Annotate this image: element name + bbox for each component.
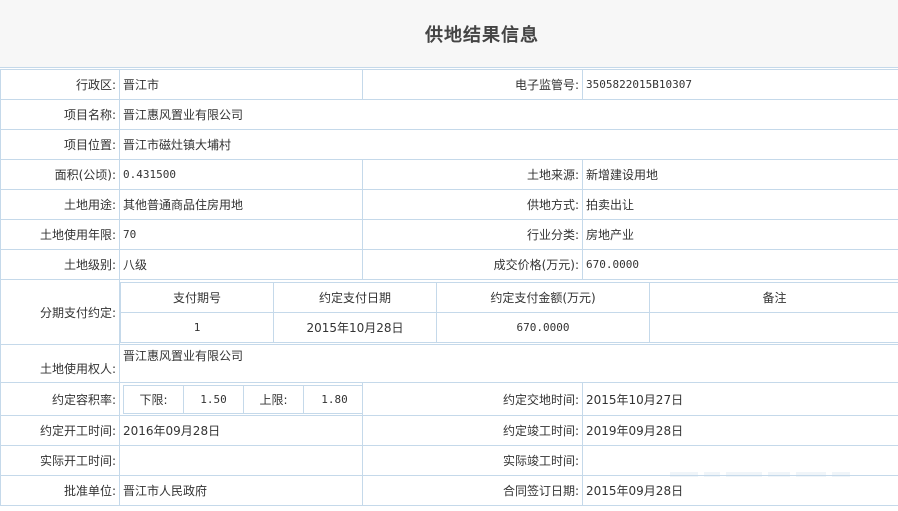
price-label: 成交价格(万元): <box>362 249 583 280</box>
contract-date-label: 合同签订日期: <box>362 475 583 506</box>
supply-result-table: 行政区: 晋江市 电子监管号: 3505822015B10307 项目名称: 晋… <box>0 69 898 506</box>
project-location-label: 项目位置: <box>0 129 120 160</box>
actual-completion-label: 实际竣工时间: <box>362 445 583 476</box>
installment-cell-no: 1 <box>120 311 274 343</box>
installment-cell-amount: 670.0000 <box>436 311 650 343</box>
land-grade-value: 八级 <box>119 249 363 280</box>
admin-region-label: 行政区: <box>0 69 120 100</box>
approval-unit-value: 晋江市人民政府 <box>119 475 363 506</box>
supply-method-value: 拍卖出让 <box>582 189 898 220</box>
far-cell: 下限: 1.50 上限: 1.80 <box>119 382 363 416</box>
industry-label: 行业分类: <box>362 219 583 250</box>
row-land-user: 土地使用权人: 晋江惠风置业有限公司 <box>0 344 898 383</box>
row-installment: 分期支付约定: 支付期号 约定支付日期 约定支付金额(万元) 备注 1 2015… <box>0 279 898 345</box>
land-use-label: 土地用途: <box>0 189 120 220</box>
completion-date-value: 2019年09月28日 <box>582 415 898 446</box>
project-name-label: 项目名称: <box>0 99 120 130</box>
installment-cell-note <box>649 311 898 343</box>
start-date-value: 2016年09月28日 <box>119 415 363 446</box>
land-source-value: 新增建设用地 <box>582 159 898 190</box>
row-land-use: 土地用途: 其他普通商品住房用地 供地方式: 拍卖出让 <box>0 189 898 220</box>
far-upper-label: 上限: <box>243 384 304 414</box>
land-user-label: 土地使用权人: <box>0 344 120 383</box>
area-value: 0.431500 <box>119 159 363 190</box>
far-row: 下限: 1.50 上限: 1.80 <box>123 384 362 414</box>
industry-value: 房地产业 <box>582 219 898 250</box>
land-use-value: 其他普通商品住房用地 <box>119 189 363 220</box>
supervision-no-value: 3505822015B10307 <box>582 69 898 100</box>
title-bar: 供地结果信息 <box>0 0 898 68</box>
installment-cell-date: 2015年10月28日 <box>273 311 437 343</box>
area-label: 面积(公顷): <box>0 159 120 190</box>
installment-row: 1 2015年10月28日 670.0000 <box>120 311 898 343</box>
price-value: 670.0000 <box>582 249 898 280</box>
far-label: 约定容积率: <box>0 382 120 416</box>
land-source-label: 土地来源: <box>362 159 583 190</box>
far-table: 下限: 1.50 上限: 1.80 <box>123 384 362 414</box>
completion-date-label: 约定竣工时间: <box>362 415 583 446</box>
installment-label: 分期支付约定: <box>0 279 120 345</box>
project-location-value: 晋江市磁灶镇大埔村 <box>119 129 898 160</box>
handover-date-label: 约定交地时间: <box>362 382 583 416</box>
faded-watermark-decoration <box>670 466 898 482</box>
row-area: 面积(公顷): 0.431500 土地来源: 新增建设用地 <box>0 159 898 190</box>
far-lower-label: 下限: <box>123 384 184 414</box>
approval-unit-label: 批准单位: <box>0 475 120 506</box>
actual-start-value <box>119 445 363 476</box>
row-land-grade: 土地级别: 八级 成交价格(万元): 670.0000 <box>0 249 898 280</box>
row-far: 约定容积率: 下限: 1.50 上限: 1.80 约定交地时间: 2015年10… <box>0 382 898 416</box>
handover-date-value: 2015年10月27日 <box>582 382 898 416</box>
row-project-location: 项目位置: 晋江市磁灶镇大埔村 <box>0 129 898 160</box>
land-grade-label: 土地级别: <box>0 249 120 280</box>
installment-header-row: 支付期号 约定支付日期 约定支付金额(万元) 备注 <box>120 281 898 313</box>
row-project-name: 项目名称: 晋江惠风置业有限公司 <box>0 99 898 130</box>
page-title: 供地结果信息 <box>425 24 539 46</box>
row-start-date: 约定开工时间: 2016年09月28日 约定竣工时间: 2019年09月28日 <box>0 415 898 446</box>
far-lower-value: 1.50 <box>183 384 244 414</box>
supply-method-label: 供地方式: <box>362 189 583 220</box>
project-name-value: 晋江惠风置业有限公司 <box>119 99 898 130</box>
installment-cell: 支付期号 约定支付日期 约定支付金额(万元) 备注 1 2015年10月28日 … <box>119 279 898 345</box>
supervision-no-label: 电子监管号: <box>362 69 583 100</box>
use-years-label: 土地使用年限: <box>0 219 120 250</box>
installment-header-cell: 约定支付日期 <box>273 281 437 313</box>
admin-region-value: 晋江市 <box>119 69 363 100</box>
supply-result-page: 供地结果信息 行政区: 晋江市 电子监管号: 3505822015B10307 … <box>0 0 898 511</box>
installment-header-cell: 约定支付金额(万元) <box>436 281 650 313</box>
row-use-years: 土地使用年限: 70 行业分类: 房地产业 <box>0 219 898 250</box>
installment-header-cell: 备注 <box>649 281 898 313</box>
start-date-label: 约定开工时间: <box>0 415 120 446</box>
installment-table: 支付期号 约定支付日期 约定支付金额(万元) 备注 1 2015年10月28日 … <box>120 281 898 343</box>
use-years-value: 70 <box>119 219 363 250</box>
installment-header-cell: 支付期号 <box>120 281 274 313</box>
land-user-value: 晋江惠风置业有限公司 <box>119 344 898 383</box>
far-upper-value: 1.80 <box>303 384 362 414</box>
row-admin-region: 行政区: 晋江市 电子监管号: 3505822015B10307 <box>0 69 898 100</box>
actual-start-label: 实际开工时间: <box>0 445 120 476</box>
